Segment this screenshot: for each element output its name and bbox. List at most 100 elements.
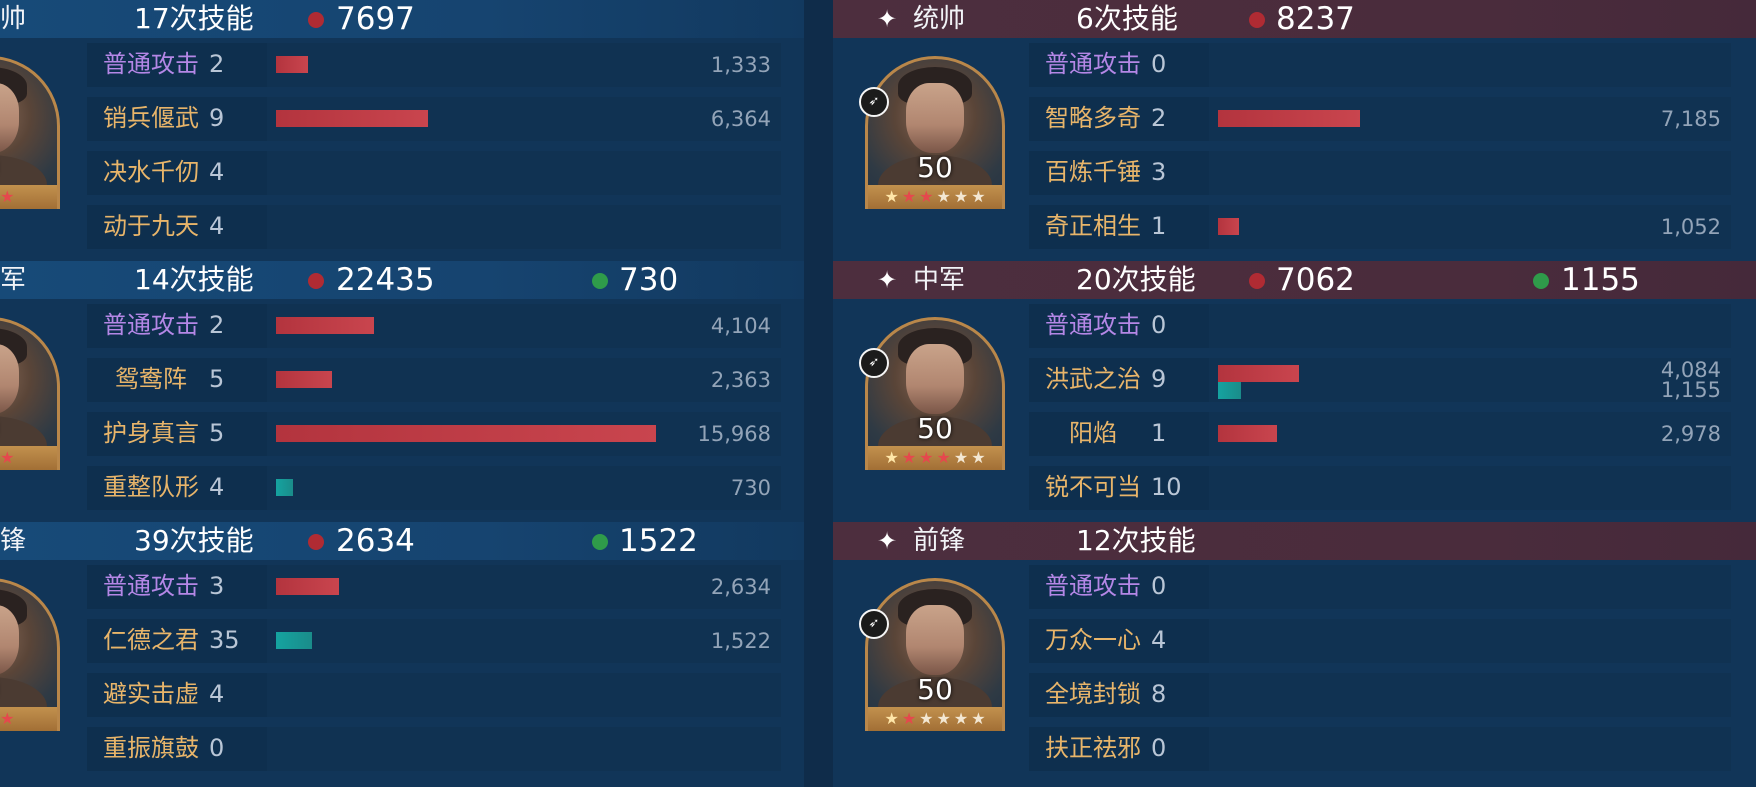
star-icon: ★ <box>971 448 986 467</box>
skill-name[interactable]: 阳焰 <box>1069 418 1117 448</box>
troop-type-icon: ➶ <box>859 609 889 639</box>
skill-row: 护身真言 5 15,968 <box>87 412 781 456</box>
skill-name[interactable]: 普通攻击 <box>103 49 199 79</box>
star-icon: ★ <box>953 187 969 206</box>
damage-icon <box>308 273 324 289</box>
skill-bar-area <box>1209 619 1731 663</box>
damage-bar <box>276 371 332 388</box>
skill-value: 730 <box>730 476 771 500</box>
section-header: ✦ 前锋 12次技能 <box>833 522 1756 560</box>
skill-name[interactable]: 百炼千锤 <box>1045 157 1141 187</box>
hero-portrait[interactable]: 0★★★ <box>0 56 60 209</box>
skill-name[interactable]: 全境封锁 <box>1045 679 1141 709</box>
skill-name[interactable]: 销兵偃武 <box>103 103 199 133</box>
skill-level: 1 <box>1151 212 1167 240</box>
star-icon: ★ <box>936 448 951 467</box>
hero-portrait[interactable]: 0★★★ <box>0 578 60 731</box>
skill-count: 39次技能 <box>134 524 254 557</box>
skill-value: 2,363 <box>710 368 771 392</box>
hero-level: 0 <box>0 151 57 184</box>
role-name: 中军 <box>913 265 966 295</box>
star-icon: ★ <box>0 187 15 206</box>
star-icon: ★ <box>936 709 951 728</box>
skill-name[interactable]: 锐不可当 <box>1045 472 1141 502</box>
skill-bar-area: 7,185 <box>1209 97 1731 141</box>
hero-section: ✦ 前锋 12次技能 50 ★ ★ ★ ★ ★ ★ ➶ 普通攻击 0 万众一心 4 全境封锁 8 扶正祛邪 0 <box>833 522 1756 783</box>
skill-level: 4 <box>209 158 225 186</box>
hero-section: 锋39次技能263415220★★★普通攻击32,634仁德之君351,522避… <box>0 522 804 783</box>
hero-portrait[interactable]: 50 ★ ★ ★ ★ ★ ★ <box>865 578 1005 731</box>
skill-name[interactable]: 普通攻击 <box>1045 310 1141 340</box>
skill-name[interactable]: 智略多奇 <box>1045 103 1141 133</box>
damage-total: 2634 <box>336 523 415 559</box>
skill-name[interactable]: 普通攻击 <box>1045 49 1141 79</box>
skill-name[interactable]: 重整队形 <box>103 472 199 502</box>
skill-bar-area: 15,968 <box>267 412 781 456</box>
skill-count: 14次技能 <box>134 263 254 296</box>
star-icon: ★ <box>919 709 934 728</box>
skill-level: 3 <box>209 572 225 600</box>
damage-bar <box>1218 425 1277 442</box>
hero-face <box>906 83 964 153</box>
skill-name[interactable]: 万众一心 <box>1045 625 1141 655</box>
skill-level: 10 <box>1151 473 1182 501</box>
skill-name[interactable]: 鸳鸯阵 <box>115 364 187 394</box>
role-name: 统帅 <box>913 4 966 34</box>
heal-icon <box>592 273 608 289</box>
role-star-icon: ✦ <box>877 527 898 555</box>
role-star-icon: ✦ <box>877 5 898 33</box>
skill-bar-area <box>267 205 781 249</box>
skill-value: 4,104 <box>710 314 771 338</box>
star-icon: ★ <box>919 448 934 467</box>
skill-row: 百炼千锤 3 <box>1029 151 1731 195</box>
skill-bar-area: 6,364 <box>267 97 781 141</box>
hero-level: 50 <box>917 151 953 184</box>
skill-name[interactable]: 奇正相生 <box>1045 211 1141 241</box>
skill-name[interactable]: 洪武之治 <box>1045 364 1141 394</box>
damage-bar <box>276 110 428 127</box>
skill-row: 奇正相生 1 1,052 <box>1029 205 1731 249</box>
role-star-icon: ✦ <box>877 266 898 294</box>
skill-value: 6,364 <box>710 107 771 131</box>
heal-icon <box>592 534 608 550</box>
skill-row: 普通攻击 3 2,634 <box>87 565 781 609</box>
skill-value: 2,978 <box>1660 422 1721 446</box>
role-name: 军 <box>0 265 27 295</box>
left-team-panel: 帅17次技能76970★★★普通攻击21,333销兵偃武96,364决水千仞4动… <box>0 0 804 787</box>
heal-bar <box>1218 382 1241 399</box>
skill-bar-area: 2,978 <box>1209 412 1731 456</box>
skill-name[interactable]: 决水千仞 <box>103 157 199 187</box>
skill-row: 普通攻击 0 <box>1029 304 1731 348</box>
hero-portrait[interactable]: 0★★★ <box>0 317 60 470</box>
skill-bar-area <box>1209 673 1731 717</box>
skill-name[interactable]: 仁德之君 <box>103 625 199 655</box>
hero-portrait[interactable]: 50 ★ ★ ★ ★ ★ ★ <box>865 317 1005 470</box>
skill-count: 6次技能 <box>1076 2 1178 35</box>
damage-bar <box>1218 110 1360 127</box>
skill-bar-area: 1,333 <box>267 43 781 87</box>
skill-name[interactable]: 避实击虚 <box>103 679 199 709</box>
skill-name[interactable]: 护身真言 <box>103 418 199 448</box>
skill-name[interactable]: 普通攻击 <box>103 571 199 601</box>
hero-level: 0 <box>0 673 57 706</box>
skill-level: 2 <box>209 50 225 78</box>
skill-bar-area: 4,104 <box>267 304 781 348</box>
skill-name[interactable]: 动于九天 <box>103 211 199 241</box>
skill-name[interactable]: 普通攻击 <box>103 310 199 340</box>
skill-level: 3 <box>1151 158 1167 186</box>
skill-bar-area <box>1209 565 1731 609</box>
skill-bar-area: 2,634 <box>267 565 781 609</box>
skill-name[interactable]: 普通攻击 <box>1045 571 1141 601</box>
skill-bar-area <box>1209 304 1731 348</box>
heal-total: 1155 <box>1561 262 1640 298</box>
hero-face <box>906 344 964 414</box>
skill-row: 普通攻击 2 4,104 <box>87 304 781 348</box>
skill-level: 0 <box>1151 311 1167 339</box>
hero-portrait[interactable]: 50 ★ ★ ★ ★ ★ ★ <box>865 56 1005 209</box>
skill-level: 2 <box>1151 104 1167 132</box>
skill-name[interactable]: 扶正祛邪 <box>1045 733 1141 763</box>
hero-face <box>906 605 964 675</box>
skill-value: 7,185 <box>1660 107 1721 131</box>
skill-row: 鸳鸯阵 5 2,363 <box>87 358 781 402</box>
skill-name[interactable]: 重振旗鼓 <box>103 733 199 763</box>
